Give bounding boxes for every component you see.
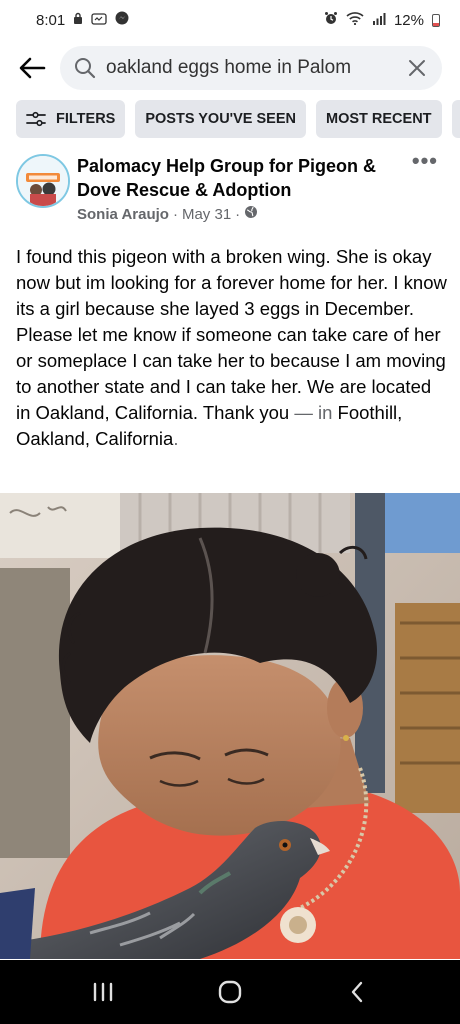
status-left: 8:01 xyxy=(36,11,129,29)
post-meta: Sonia Araujo · May 31 · xyxy=(77,205,258,223)
search-bar[interactable]: oakland eggs home in Palom xyxy=(60,46,442,90)
globe-icon xyxy=(244,205,258,223)
location-dash: — xyxy=(289,402,318,423)
back-icon xyxy=(351,981,362,1003)
clear-search-button[interactable] xyxy=(400,55,426,81)
home-icon xyxy=(218,980,242,1004)
back-nav-button[interactable] xyxy=(327,970,387,1014)
post-header: Palomacy Help Group for Pigeon & Dove Re… xyxy=(16,150,446,228)
group-avatar[interactable] xyxy=(16,154,70,208)
status-time: 8:01 xyxy=(36,11,66,29)
back-button[interactable] xyxy=(14,50,50,86)
back-arrow-icon xyxy=(19,57,46,79)
signal-icon xyxy=(372,12,386,29)
most-recent-chip-label: MOST RECENT xyxy=(326,111,432,127)
alarm-icon xyxy=(324,11,338,29)
lock-icon xyxy=(73,12,83,29)
wifi-icon xyxy=(346,11,364,29)
posts-seen-chip[interactable]: POSTS YOU'VE SEEN xyxy=(135,100,306,138)
filters-chip-label: FILTERS xyxy=(56,111,116,127)
search-row: oakland eggs home in Palom xyxy=(0,44,460,92)
battery-percent: 12% xyxy=(393,11,424,29)
more-options-icon[interactable]: ••• xyxy=(412,150,438,172)
notification-icon xyxy=(91,12,107,29)
filter-chips: FILTERS POSTS YOU'VE SEEN MOST RECENT P xyxy=(16,100,460,140)
group-name-link[interactable]: Palomacy Help Group for Pigeon & Dove Re… xyxy=(77,154,397,202)
post-body: I found this pigeon with a broken wing. … xyxy=(16,244,448,452)
recent-apps-button[interactable] xyxy=(73,970,133,1014)
search-icon xyxy=(74,57,96,79)
recent-apps-icon xyxy=(94,982,113,1002)
location-period: . xyxy=(173,428,179,449)
post-date[interactable]: May 31 xyxy=(182,206,231,223)
status-bar: 8:01 12% xyxy=(0,0,460,40)
home-button[interactable] xyxy=(200,970,260,1014)
post-photo[interactable] xyxy=(0,493,460,959)
meta-separator-2: · xyxy=(235,205,241,223)
filters-chip[interactable]: FILTERS xyxy=(16,100,126,138)
status-right: 12% xyxy=(324,11,440,29)
author-name-link[interactable]: Sonia Araujo xyxy=(77,206,169,223)
system-nav-bar xyxy=(0,960,460,1024)
posts-seen-chip-label: POSTS YOU'VE SEEN xyxy=(145,111,296,127)
close-icon xyxy=(409,60,425,76)
filter-sliders-icon xyxy=(26,111,46,127)
meta-separator: · xyxy=(172,205,178,223)
overflow-chip[interactable]: P xyxy=(451,100,460,138)
search-input[interactable]: oakland eggs home in Palom xyxy=(106,57,400,79)
battery-icon xyxy=(432,13,440,27)
most-recent-chip[interactable]: MOST RECENT xyxy=(316,100,442,138)
messenger-icon xyxy=(115,11,129,29)
location-prefix: in xyxy=(317,402,333,423)
post-body-text: I found this pigeon with a broken wing. … xyxy=(16,246,447,423)
